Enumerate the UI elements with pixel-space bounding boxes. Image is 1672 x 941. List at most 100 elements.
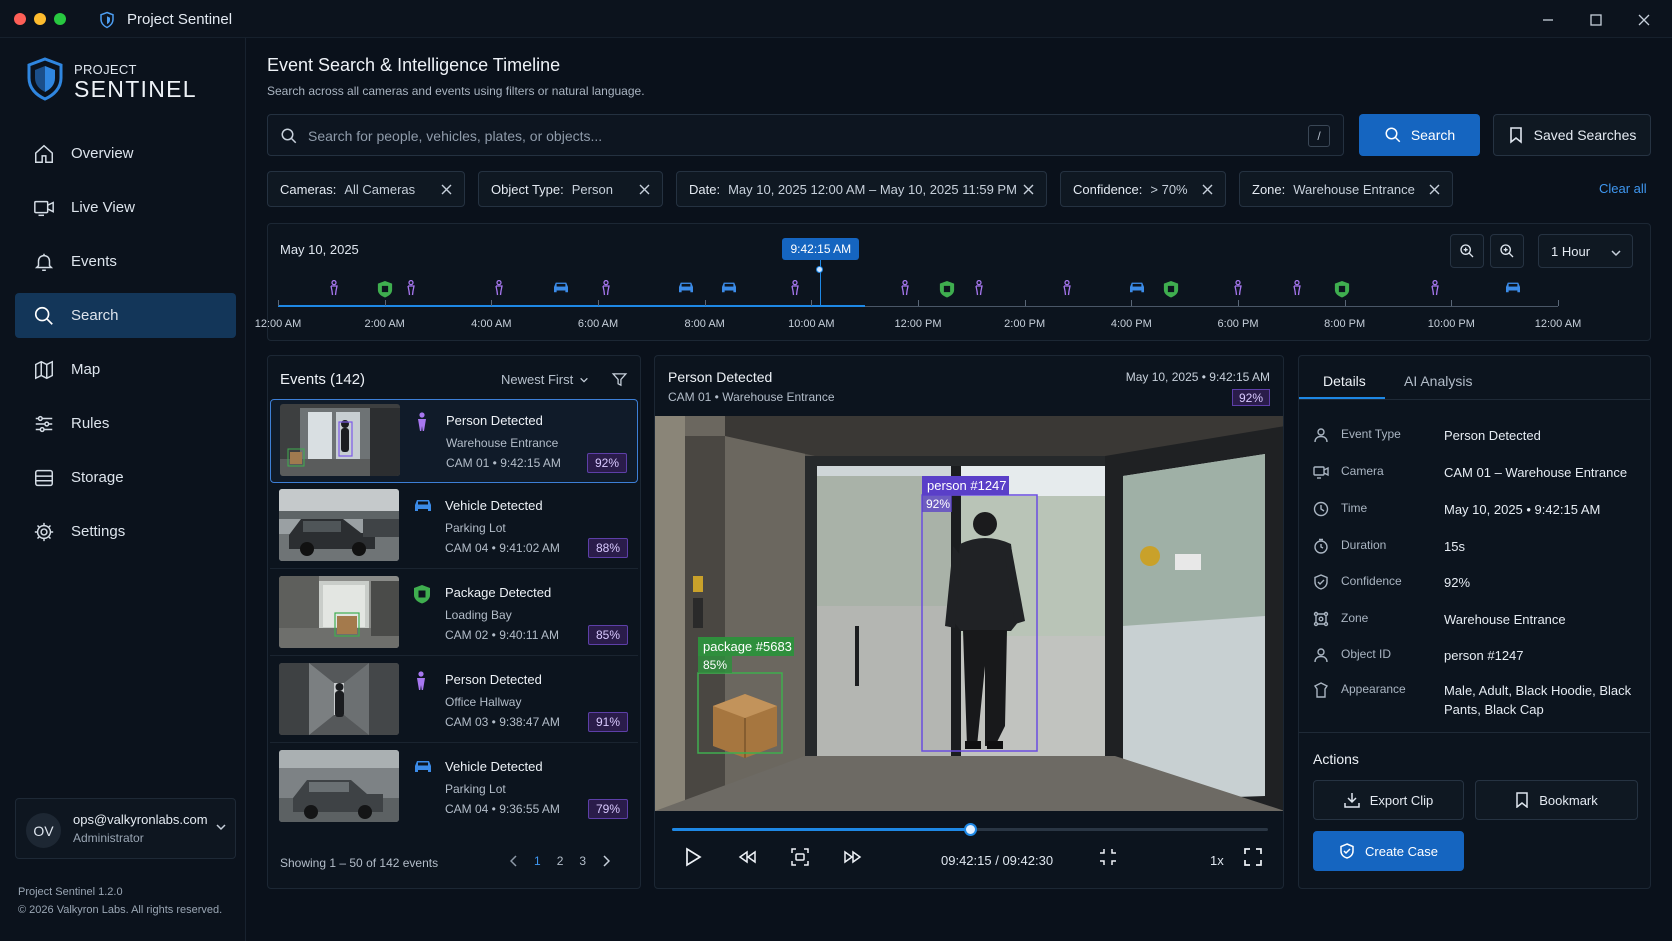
filter-icon[interactable]: [611, 371, 628, 388]
timeline-event-vehicle-icon[interactable]: [720, 280, 738, 294]
filter-chip-confidence[interactable]: Confidence: > 70%: [1060, 171, 1226, 207]
minimize-icon[interactable]: [1540, 12, 1556, 28]
event-list-item[interactable]: Person Detected Warehouse Entrance CAM 0…: [270, 399, 638, 483]
rewind-icon[interactable]: [737, 847, 757, 867]
timeline-event-person-icon[interactable]: [973, 280, 985, 296]
zoom-in-button[interactable]: [1450, 234, 1484, 268]
scrubber-handle[interactable]: [964, 823, 977, 836]
close-icon[interactable]: [639, 184, 650, 195]
filter-chip-date[interactable]: Date: May 10, 2025 12:00 AM – May 10, 202…: [676, 171, 1047, 207]
timeline-tick-label: 12:00 AM: [1534, 318, 1582, 330]
user-menu[interactable]: OV ops@valkyronlabs.com Administrator: [15, 798, 236, 859]
page-link[interactable]: 3: [579, 854, 586, 868]
timeline-event-person-icon[interactable]: [899, 280, 911, 296]
export-clip-button[interactable]: Export Clip: [1313, 780, 1464, 820]
timeline-event-package-icon[interactable]: [1163, 280, 1179, 298]
event-list-item[interactable]: Vehicle Detected Parking Lot CAM 04 • 9:…: [270, 746, 638, 830]
timeline-tick: [1238, 300, 1239, 306]
tab-details[interactable]: Details: [1323, 373, 1366, 389]
nav-item-settings[interactable]: Settings: [15, 509, 236, 554]
range-select[interactable]: 1 Hour: [1538, 234, 1633, 268]
event-list-item[interactable]: Vehicle Detected Parking Lot CAM 04 • 9:…: [270, 485, 638, 569]
video-player: Person Detected CAM 01 • Warehouse Entra…: [654, 355, 1284, 889]
timeline-event-vehicle-icon[interactable]: [677, 280, 695, 294]
range-value: 1 Hour: [1551, 243, 1591, 259]
timeline-event-person-icon[interactable]: [328, 280, 340, 296]
nav-item-overview[interactable]: Overview: [15, 131, 236, 176]
storage-icon: [35, 469, 53, 486]
timeline-event-person-icon[interactable]: [493, 280, 505, 296]
zoom-out-button[interactable]: [1490, 234, 1524, 268]
search-button[interactable]: Search: [1359, 114, 1480, 156]
close-dot[interactable]: [14, 13, 26, 25]
nav-item-search[interactable]: Search: [15, 293, 236, 338]
timeline-event-person-icon[interactable]: [600, 280, 612, 296]
bookmark-icon: [1509, 127, 1522, 144]
filter-chip-object-type[interactable]: Object Type: Person: [478, 171, 663, 207]
page-link[interactable]: 1: [534, 854, 541, 868]
search-input[interactable]: [308, 125, 1268, 147]
nav-item-rules[interactable]: Rules: [15, 401, 236, 446]
timeline-event-person-icon[interactable]: [405, 280, 417, 296]
timeline-event-package-icon[interactable]: [939, 280, 955, 298]
timeline-tick-label: 10:00 AM: [788, 318, 835, 330]
nav-item-map[interactable]: Map: [15, 347, 236, 392]
package-bbox-confidence: 85%: [703, 658, 727, 672]
page-link[interactable]: 2: [557, 854, 564, 868]
playback-scrubber[interactable]: [672, 823, 1268, 836]
minimize-dot[interactable]: [34, 13, 46, 25]
event-list-item[interactable]: Package Detected Loading Bay CAM 02 • 9:…: [270, 572, 638, 656]
detail-label: Object ID: [1341, 647, 1392, 661]
clear-all-link[interactable]: Clear all: [1599, 181, 1647, 196]
zoom-dot[interactable]: [54, 13, 66, 25]
close-icon[interactable]: [1202, 184, 1213, 195]
event-thumbnail: [279, 489, 399, 561]
nav-item-live-view[interactable]: Live View: [15, 185, 236, 230]
nav-item-storage[interactable]: Storage: [15, 455, 236, 500]
timeline-event-package-icon[interactable]: [377, 280, 393, 298]
nav-item-events[interactable]: Events: [15, 239, 236, 284]
saved-searches-label: Saved Searches: [1533, 127, 1637, 143]
timeline-event-vehicle-icon[interactable]: [552, 280, 570, 294]
fullscreen-icon[interactable]: [1243, 847, 1263, 867]
actions-title: Actions: [1313, 751, 1359, 767]
sort-select[interactable]: Newest First: [501, 372, 589, 387]
saved-searches-button[interactable]: Saved Searches: [1493, 114, 1651, 156]
timeline-tick: [811, 300, 813, 306]
timeline-event-person-icon[interactable]: [789, 280, 801, 296]
close-icon[interactable]: [1023, 184, 1034, 195]
timeline-event-person-icon[interactable]: [1429, 280, 1441, 296]
play-icon[interactable]: [684, 847, 702, 867]
timeline-event-person-icon[interactable]: [1232, 280, 1244, 296]
close-icon[interactable]: [1429, 184, 1440, 195]
timeline-event-package-icon[interactable]: [1334, 280, 1350, 298]
create-case-button[interactable]: Create Case: [1313, 831, 1464, 871]
event-timeline[interactable]: May 10, 2025 9:42:15 AM 1 Hour 12:00 AM 2…: [255, 223, 1651, 341]
player-title: Person Detected: [668, 369, 773, 385]
close-icon[interactable]: [1636, 12, 1652, 28]
fast-forward-icon[interactable]: [843, 847, 863, 867]
maximize-icon[interactable]: [1588, 12, 1604, 28]
bookmark-button[interactable]: Bookmark: [1475, 780, 1638, 820]
close-icon[interactable]: [441, 184, 452, 195]
shrink-icon[interactable]: [1098, 847, 1118, 867]
filter-chip-zone[interactable]: Zone: Warehouse Entrance: [1239, 171, 1453, 207]
filter-chip-cameras[interactable]: Cameras: All Cameras: [267, 171, 465, 207]
person-bbox-label: person #1247: [927, 478, 1007, 493]
timeline-cursor-handle[interactable]: [816, 266, 824, 273]
chevron-down-icon[interactable]: [215, 821, 227, 833]
timeline-event-person-icon[interactable]: [1291, 280, 1303, 296]
tab-ai-analysis[interactable]: AI Analysis: [1404, 373, 1472, 389]
window-title: Project Sentinel: [127, 11, 233, 28]
prev-page-icon[interactable]: [510, 855, 518, 867]
person-bbox-confidence: 92%: [926, 497, 950, 511]
event-list-item[interactable]: Person Detected Office Hallway CAM 03 • …: [270, 659, 638, 743]
video-frame[interactable]: person #1247 92% package #5683 85%: [655, 416, 1283, 811]
snapshot-icon[interactable]: [790, 847, 810, 867]
playback-speed[interactable]: 1x: [1210, 853, 1224, 868]
timeline-event-vehicle-icon[interactable]: [1128, 280, 1146, 294]
timeline-event-person-icon[interactable]: [1061, 280, 1073, 296]
next-page-icon[interactable]: [602, 855, 611, 867]
timeline-event-vehicle-icon[interactable]: [1504, 280, 1522, 294]
zone-icon: [1313, 611, 1329, 627]
